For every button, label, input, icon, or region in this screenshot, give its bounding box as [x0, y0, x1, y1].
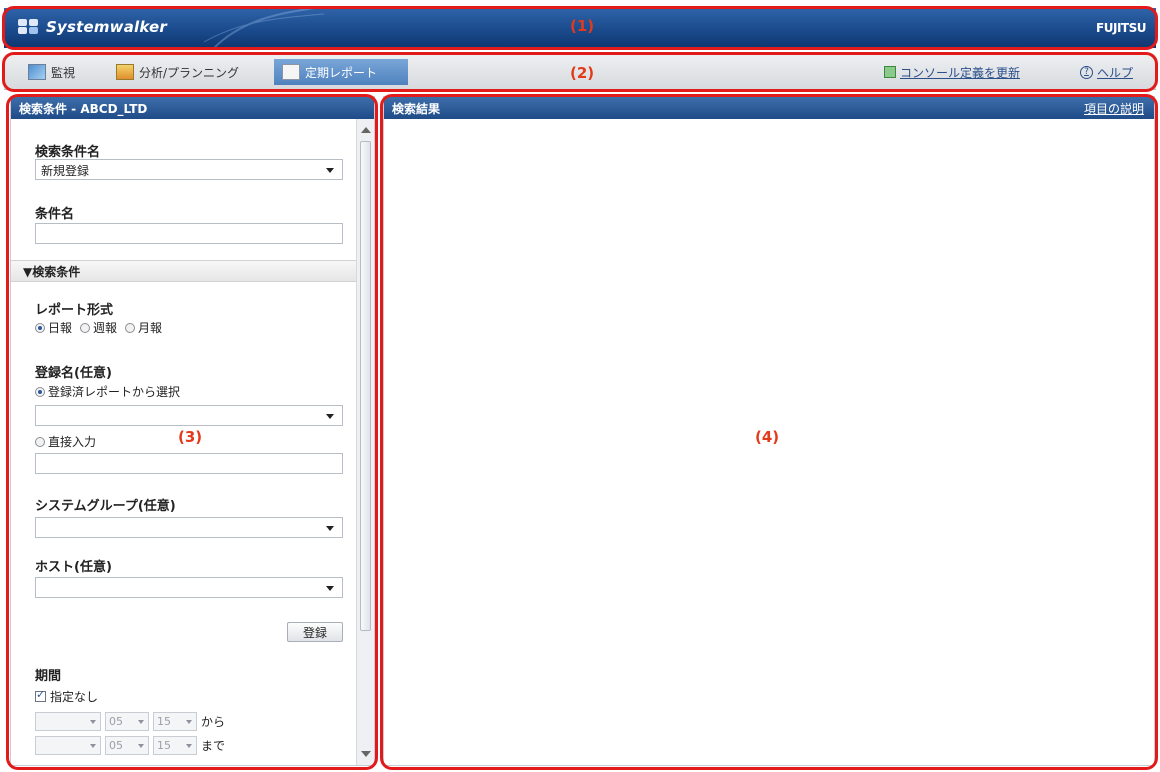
monitor-icon — [28, 64, 46, 80]
radio-monthly[interactable]: 月報 — [125, 319, 162, 336]
refresh-icon — [884, 66, 896, 78]
help-icon: ? — [1080, 65, 1093, 79]
radio-dot — [35, 386, 45, 397]
results-title: 検索結果 — [392, 101, 441, 116]
refresh-console-link[interactable]: コンソール定義を更新 — [884, 59, 1020, 85]
radio-daily[interactable]: 日報 — [35, 319, 72, 336]
radio-dot — [80, 322, 91, 333]
radio-daily-label: 日報 — [48, 321, 73, 335]
radio-weekly-label: 週報 — [93, 321, 118, 335]
condition-name-input[interactable] — [35, 223, 343, 244]
scroll-thumb[interactable] — [360, 141, 371, 631]
day-from-select[interactable]: 15 — [153, 712, 197, 731]
no-period-label: 指定なし — [50, 690, 99, 704]
annotation-3: (3) — [178, 428, 203, 446]
app-window: Systemwalker FUJITSU (1) 監視 分析/プランニング 定期… — [0, 0, 1160, 772]
annotation-2: (2) — [570, 64, 595, 82]
app-title: Systemwalker — [46, 18, 168, 36]
tab-monitor-label: 監視 — [51, 65, 76, 80]
tab-periodic-report[interactable]: 定期レポート — [274, 59, 408, 85]
report-format-group: 日報 週報 月報 — [35, 319, 162, 336]
item-description-link[interactable]: 項目の説明 — [1084, 100, 1144, 117]
chart-icon — [116, 64, 134, 80]
condition-list-value: 新規登録 — [41, 164, 90, 178]
year-to-select[interactable] — [35, 736, 101, 755]
radio-weekly[interactable]: 週報 — [80, 319, 117, 336]
to-suffix: まで — [201, 739, 226, 753]
scroll-down-icon[interactable] — [361, 751, 371, 757]
radio-dot — [125, 322, 136, 333]
help-link[interactable]: ? ヘルプ — [1080, 59, 1133, 85]
tab-analysis-label: 分析/プランニング — [139, 65, 240, 80]
report-format-label: レポート形式 — [35, 303, 114, 318]
tab-monitor[interactable]: 監視 — [20, 59, 83, 85]
register-opt2[interactable]: 直接入力 — [35, 433, 96, 450]
checkbox-icon — [35, 688, 46, 702]
direct-input-field[interactable] — [35, 453, 343, 474]
register-opt1-label: 登録済レポートから選択 — [48, 385, 181, 399]
day-to-select[interactable]: 15 — [153, 736, 197, 755]
results-panel-header: 検索結果 項目の説明 — [384, 97, 1154, 119]
radio-dot — [35, 322, 45, 333]
scroll-up-icon[interactable] — [361, 127, 371, 133]
refresh-label: コンソール定義を更新 — [900, 65, 1021, 80]
condition-name-label: 条件名 — [35, 207, 75, 222]
register-button[interactable]: 登録 — [287, 622, 343, 642]
from-suffix: から — [201, 715, 226, 729]
annotation-4: (4) — [755, 428, 780, 446]
host-select[interactable] — [35, 577, 343, 598]
register-opt1[interactable]: 登録済レポートから選択 — [35, 383, 180, 400]
date-from-row: 05 15 から — [35, 712, 225, 731]
app-logo: Systemwalker — [18, 18, 167, 36]
search-conditions-section-toggle[interactable]: ▼検索条件 — [11, 260, 357, 282]
no-period-checkbox[interactable]: 指定なし — [35, 688, 98, 705]
radio-dot — [35, 436, 45, 447]
register-name-label: 登録名(任意) — [35, 366, 112, 381]
annotation-1: (1) — [570, 17, 595, 35]
header-decoration — [204, 8, 324, 48]
report-icon — [282, 64, 300, 80]
condition-list-select[interactable]: 新規登録 — [35, 159, 343, 180]
tab-report-label: 定期レポート — [305, 65, 378, 80]
month-to-select[interactable]: 05 — [105, 736, 149, 755]
registered-report-select[interactable] — [35, 405, 343, 426]
search-panel-header: 検索条件 - ABCD_LTD — [11, 97, 374, 119]
month-from-select[interactable]: 05 — [105, 712, 149, 731]
tab-analysis-planning[interactable]: 分析/プランニング — [108, 59, 247, 85]
help-label: ヘルプ — [1097, 65, 1134, 80]
date-to-row: 05 15 まで — [35, 736, 225, 755]
condition-list-label: 検索条件名 — [35, 145, 101, 160]
brand-logo: FUJITSU — [1096, 21, 1146, 35]
host-label: ホスト(任意) — [35, 560, 112, 575]
system-group-label: システムグループ(任意) — [35, 499, 176, 514]
left-panel-scrollbar[interactable] — [356, 119, 374, 765]
radio-monthly-label: 月報 — [138, 321, 163, 335]
period-label: 期間 — [35, 669, 62, 684]
system-group-select[interactable] — [35, 517, 343, 538]
register-opt2-label: 直接入力 — [48, 435, 97, 449]
logo-icon — [18, 19, 40, 35]
year-from-select[interactable] — [35, 712, 101, 731]
